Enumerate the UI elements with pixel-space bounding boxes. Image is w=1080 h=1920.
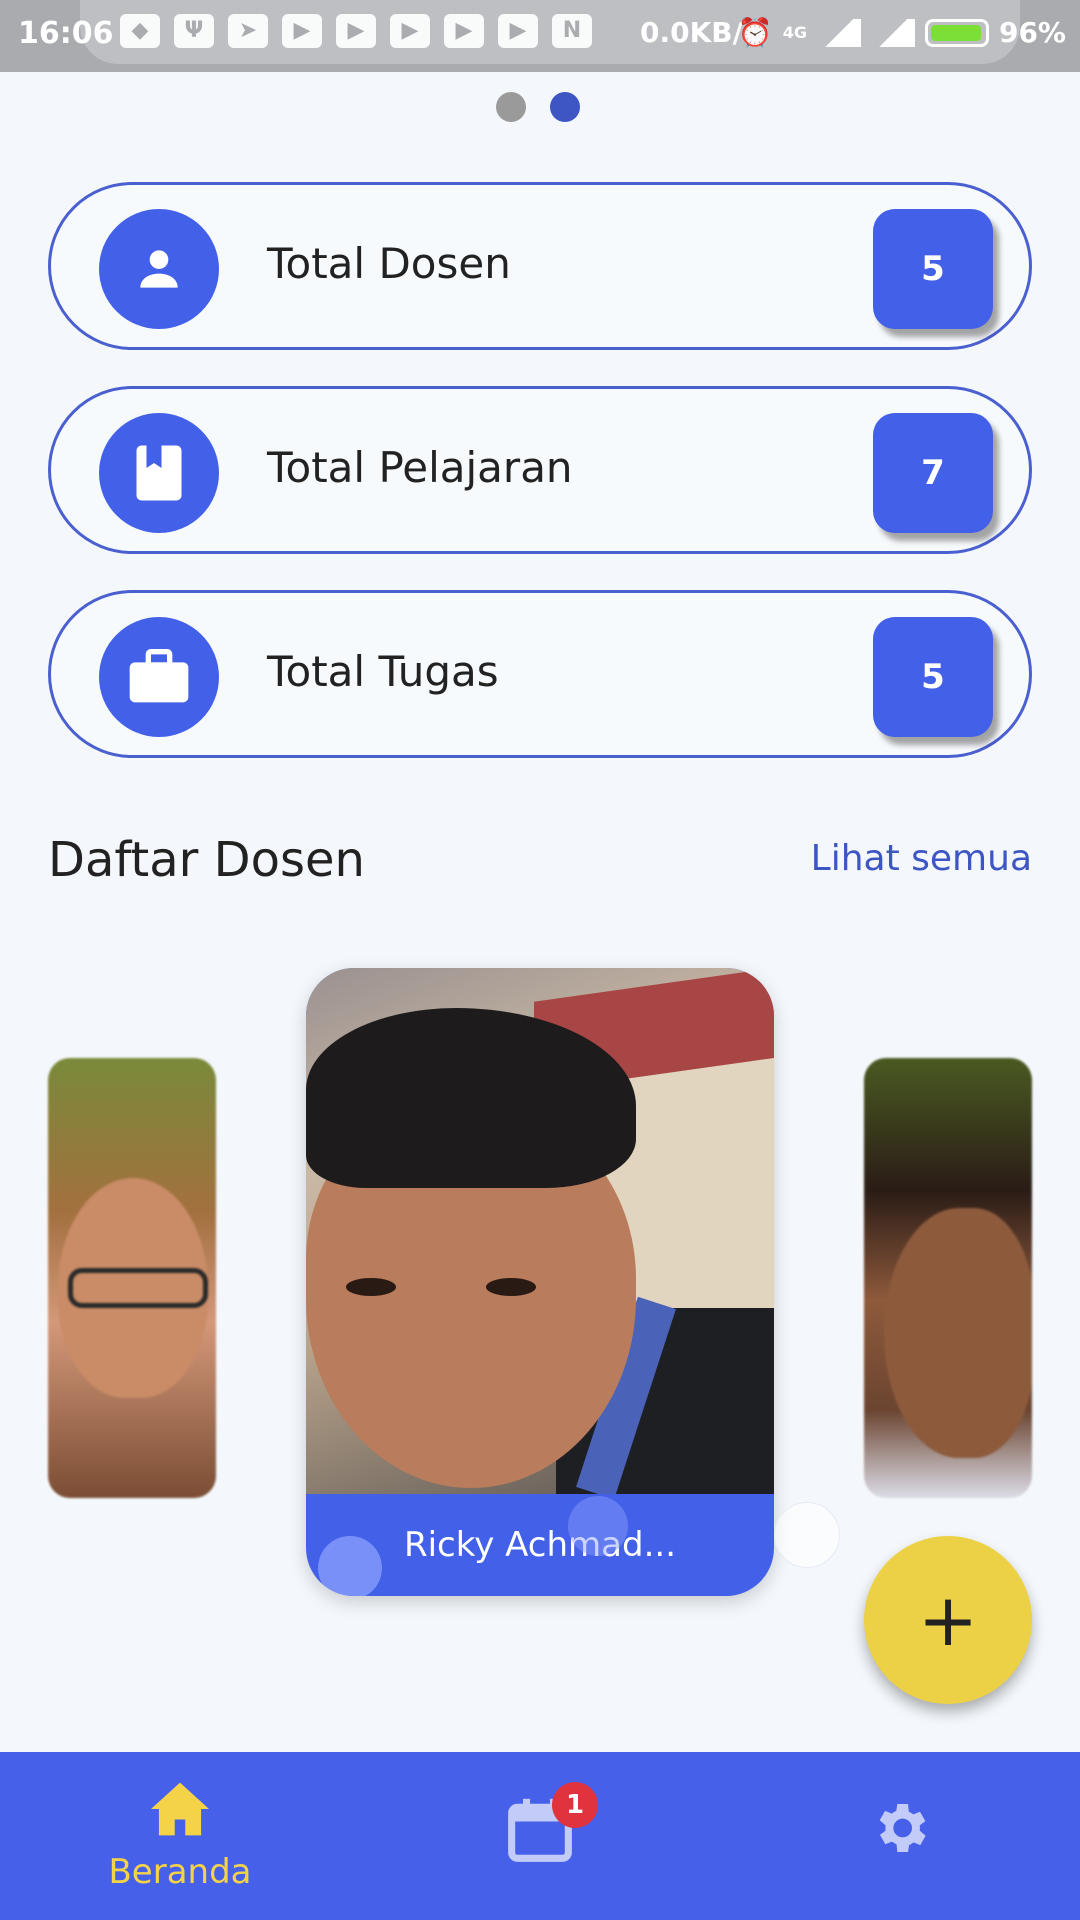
- stat-label: Total Tugas: [267, 647, 499, 696]
- notification-badge: 1: [552, 1782, 598, 1828]
- touch-ripple: [318, 1536, 382, 1596]
- bottom-navigation: Beranda 1: [0, 1752, 1080, 1920]
- touch-ripple: [774, 1502, 840, 1568]
- nav-label: Beranda: [108, 1852, 252, 1892]
- battery-icon: [924, 18, 989, 47]
- gear-icon: [879, 1804, 926, 1852]
- stat-label: Total Pelajaran: [267, 443, 573, 492]
- battery-level: 96%: [998, 16, 1066, 49]
- nav-item-settings[interactable]: [720, 1752, 1080, 1920]
- signal-icon-2: [870, 18, 915, 47]
- touch-ripple: [568, 1496, 628, 1556]
- stat-card-pelajaran[interactable]: Total Pelajaran 7: [48, 386, 1032, 554]
- page-indicator: [496, 92, 580, 122]
- youtube-icon: ▶: [498, 14, 538, 48]
- lecturer-card-next[interactable]: [864, 1058, 1032, 1498]
- nav-item-home[interactable]: Beranda: [0, 1752, 360, 1920]
- see-all-link[interactable]: Lihat semua: [811, 838, 1032, 879]
- stat-label: Total Dosen: [267, 239, 511, 288]
- lecturer-photo: [306, 968, 774, 1494]
- network-type: 4G: [782, 23, 807, 42]
- stat-card-tugas[interactable]: Total Tugas 5: [48, 590, 1032, 758]
- briefcase-icon: [99, 617, 219, 737]
- lecturer-photo-detail: [68, 1268, 208, 1308]
- add-button[interactable]: +: [864, 1536, 1032, 1704]
- person-icon: [99, 209, 219, 329]
- lecturer-photo: [884, 1208, 1032, 1458]
- youtube-icon: ▶: [336, 14, 376, 48]
- alarm-icon: ⏰: [737, 16, 773, 49]
- status-right: ⏰ 4G 96%: [738, 16, 1066, 49]
- stat-card-dosen[interactable]: Total Dosen 5: [48, 182, 1032, 350]
- section-title: Daftar Dosen: [48, 832, 365, 888]
- shield-icon: ◆: [120, 14, 160, 48]
- lecturer-card[interactable]: Ricky Achmad...: [306, 968, 774, 1596]
- nav-item-calendar[interactable]: 1: [360, 1752, 720, 1920]
- n-icon: N: [552, 14, 592, 48]
- youtube-icon: ▶: [444, 14, 484, 48]
- youtube-icon: ▶: [282, 14, 322, 48]
- notification-icons: ◆ Ψ ➤ ▶ ▶ ▶ ▶ ▶ N: [120, 14, 592, 48]
- usb-icon: Ψ: [174, 14, 214, 48]
- home-icon: [151, 1782, 209, 1836]
- page-dot-active[interactable]: [550, 92, 580, 122]
- youtube-icon: ▶: [390, 14, 430, 48]
- stat-count: 5: [873, 209, 993, 329]
- stat-count: 7: [873, 413, 993, 533]
- status-time: 16:06: [18, 16, 114, 51]
- signal-icon: [816, 18, 861, 47]
- page-dot[interactable]: [496, 92, 526, 122]
- book-icon: [99, 413, 219, 533]
- status-bar: 16:06 ◆ Ψ ➤ ▶ ▶ ▶ ▶ ▶ N 0.0KB/s ⏰ 4G 96%: [0, 0, 1080, 72]
- stat-count: 5: [873, 617, 993, 737]
- telegram-icon: ➤: [228, 14, 268, 48]
- lecturer-card-prev[interactable]: [48, 1058, 216, 1498]
